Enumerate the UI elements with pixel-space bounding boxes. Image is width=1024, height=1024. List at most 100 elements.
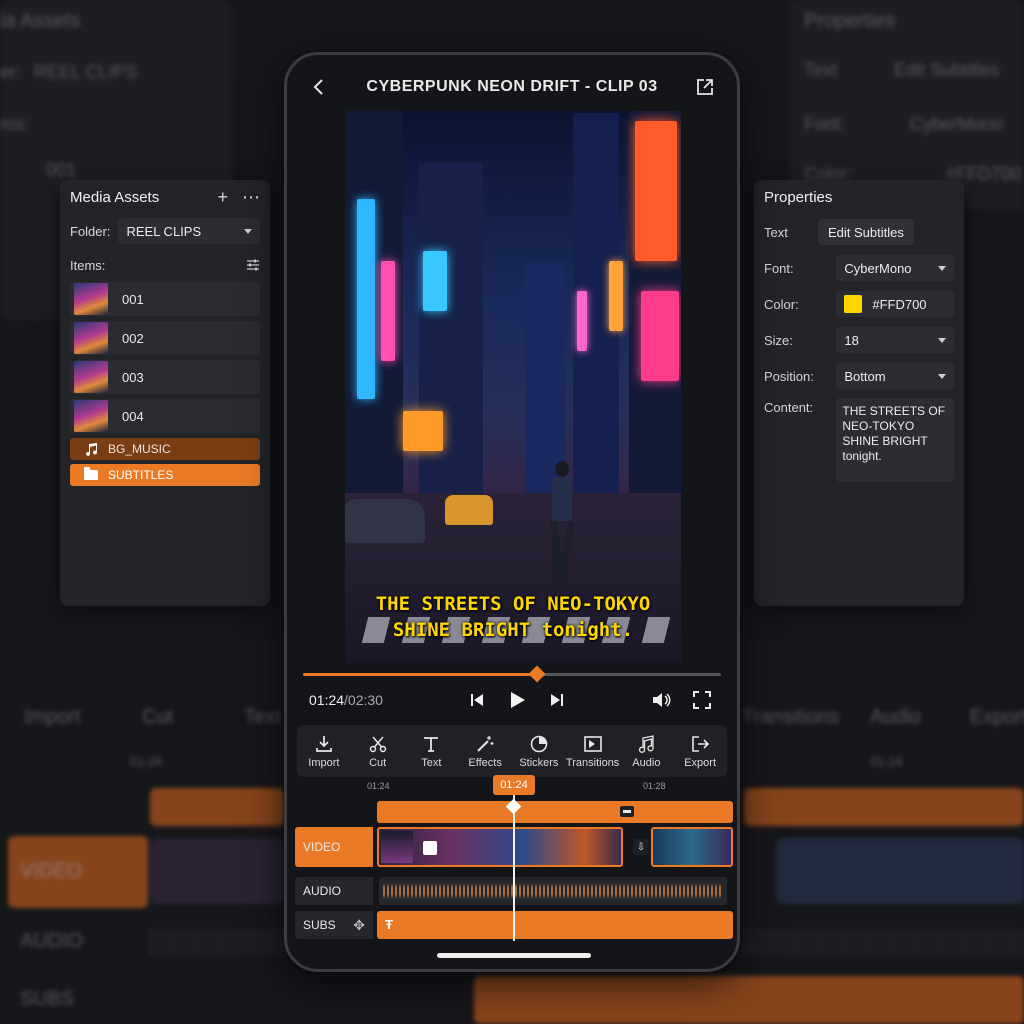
transition-marker-icon[interactable]: ⇩ xyxy=(633,839,649,855)
subtitle-clip[interactable]: Ŧ xyxy=(377,911,733,939)
tool-label: Cut xyxy=(369,756,387,769)
scrubber-handle[interactable] xyxy=(528,665,546,683)
skip-forward-icon[interactable] xyxy=(549,692,565,708)
text-cursor-icon: Ŧ xyxy=(385,917,393,932)
folder-select-value: REEL CLIPS xyxy=(126,223,202,239)
progress-fill xyxy=(303,673,538,676)
volume-icon[interactable] xyxy=(651,690,671,710)
tool-export-button[interactable]: Export xyxy=(673,734,727,769)
share-external-icon[interactable] xyxy=(695,77,715,97)
folder-row: Folder: REEL CLIPS xyxy=(60,214,270,248)
bg-ruler-left: 01:24 xyxy=(130,754,163,769)
tool-audio-button[interactable]: Audio xyxy=(620,734,674,769)
bg-clip-bar-left xyxy=(150,788,284,826)
bg-left-items: ms: xyxy=(0,114,29,134)
bg-right-font-value: CyberMono xyxy=(910,114,1004,134)
skip-back-icon[interactable] xyxy=(469,692,485,708)
tool-label: Import xyxy=(308,756,340,769)
asset-item[interactable]: 003 xyxy=(70,360,260,394)
asset-thumbnail xyxy=(74,322,108,354)
size-select[interactable]: 18 xyxy=(836,327,954,353)
tool-cut-button[interactable]: Cut xyxy=(351,734,405,769)
folder-item-subtitles[interactable]: SUBTITLES xyxy=(70,464,260,486)
chevron-down-icon xyxy=(938,373,946,379)
folder-select[interactable]: REEL CLIPS xyxy=(118,218,260,244)
prop-size-label: Size: xyxy=(764,332,793,348)
asset-item[interactable]: 001 xyxy=(70,282,260,316)
video-clip[interactable] xyxy=(377,827,623,867)
track-audio-label[interactable]: AUDIO xyxy=(295,877,373,905)
asset-item[interactable]: 002 xyxy=(70,321,260,355)
bg-tool-audio: Audio xyxy=(870,706,922,728)
text-icon xyxy=(424,736,439,752)
bg-left-folder-value: REEL CLIPS xyxy=(34,62,138,82)
tool-text-button[interactable]: Text xyxy=(405,734,459,769)
prop-color-row: Color: #FFD700 xyxy=(754,286,964,322)
folder-label: Folder: xyxy=(70,223,111,239)
add-icon[interactable]: + xyxy=(217,187,228,208)
asset-item[interactable]: 004 xyxy=(70,399,260,433)
more-icon[interactable]: ⋯ xyxy=(242,187,260,208)
waveform-bars xyxy=(383,883,723,899)
playback-bar: 01:24/02:30 xyxy=(309,685,715,715)
properties-header: Properties xyxy=(754,180,964,214)
bg-wave-left xyxy=(150,928,284,956)
edit-subtitles-label: Edit Subtitles xyxy=(828,224,904,240)
edit-subtitles-button[interactable]: Edit Subtitles xyxy=(818,219,914,245)
play-icon[interactable] xyxy=(507,690,527,710)
font-select[interactable]: CyberMono xyxy=(836,255,954,281)
bg-clip-bar-right xyxy=(744,788,1024,826)
color-picker[interactable]: #FFD700 xyxy=(836,291,954,317)
bg-track-subs: SUBS xyxy=(20,988,75,1010)
magic-wand-icon xyxy=(477,735,494,752)
color-swatch xyxy=(844,295,863,313)
sticker-icon xyxy=(530,735,548,752)
video-clip[interactable] xyxy=(651,827,733,867)
video-preview[interactable]: THE STREETS OF NEO-TOKYO SHINE BRIGHT to… xyxy=(345,111,681,663)
asset-thumbnail xyxy=(74,283,108,315)
audio-waveform[interactable] xyxy=(379,877,727,905)
subtitle-overlay[interactable]: THE STREETS OF NEO-TOKYO SHINE BRIGHT to… xyxy=(345,591,681,643)
filter-sliders-icon[interactable] xyxy=(246,258,260,272)
asset-thumbnail xyxy=(74,400,108,432)
bg-subs-bar xyxy=(474,976,1024,1024)
clip-marker-icon[interactable] xyxy=(423,841,437,855)
prop-color-label: Color: xyxy=(764,296,799,312)
tool-transitions-button[interactable]: Transitions xyxy=(566,734,620,769)
bg-track-audio: AUDIO xyxy=(20,930,84,952)
asset-item-label: 002 xyxy=(122,330,144,346)
taxi xyxy=(445,495,493,525)
transport-controls xyxy=(469,690,565,710)
bg-tool-text: Text xyxy=(244,706,281,728)
asset-item-label: 003 xyxy=(122,369,144,385)
asset-thumbnail xyxy=(74,361,108,393)
tool-label: Stickers xyxy=(519,756,559,769)
tool-effects-button[interactable]: Effects xyxy=(458,734,512,769)
track-subs-label[interactable]: SUBS ✥ xyxy=(295,911,373,939)
fullscreen-icon[interactable] xyxy=(693,691,711,709)
move-icon[interactable]: ✥ xyxy=(353,917,365,934)
playhead-time-tag[interactable]: 01:24 xyxy=(493,775,535,795)
prop-font-label: Font: xyxy=(764,260,794,276)
tool-import-button[interactable]: Import xyxy=(297,734,351,769)
content-textarea[interactable]: THE STREETS OF NEO-TOKYO SHINE BRIGHT to… xyxy=(836,398,954,482)
caption-icon[interactable] xyxy=(619,804,635,820)
progress-scrubber[interactable] xyxy=(303,665,721,683)
folder-icon xyxy=(84,467,98,480)
overlay-clip-bar[interactable] xyxy=(377,801,733,823)
position-select[interactable]: Bottom xyxy=(836,363,954,389)
back-arrow-icon[interactable] xyxy=(309,77,329,97)
folder-item-label: SUBTITLES xyxy=(108,468,174,482)
timecode: 01:24/02:30 xyxy=(309,692,383,708)
building xyxy=(419,163,483,523)
prop-position-label: Position: xyxy=(764,368,814,384)
bg-tool-export: Export xyxy=(970,706,1024,728)
neon-sign xyxy=(423,251,447,311)
playhead-line[interactable] xyxy=(513,795,515,941)
folder-item-bg-music[interactable]: BG_MUSIC xyxy=(70,438,260,460)
track-video-label[interactable]: VIDEO xyxy=(295,827,373,867)
bg-right-title: Properties xyxy=(804,10,896,32)
tool-stickers-button[interactable]: Stickers xyxy=(512,734,566,769)
chevron-down-icon xyxy=(938,265,946,271)
neon-sign xyxy=(641,291,679,381)
